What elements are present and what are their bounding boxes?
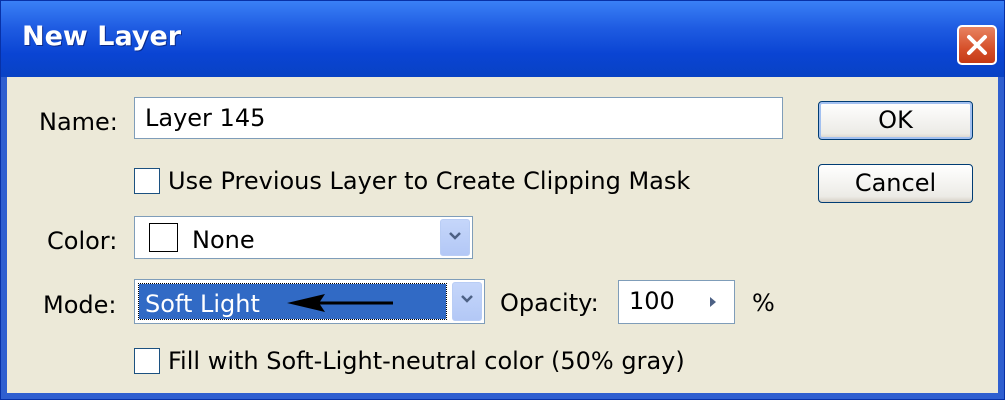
color-swatch bbox=[149, 223, 178, 252]
opacity-unit: % bbox=[752, 289, 775, 317]
chevron-down-icon bbox=[461, 295, 473, 303]
opacity-input[interactable]: 100 bbox=[618, 280, 735, 324]
color-dropdown-button[interactable] bbox=[440, 219, 470, 256]
color-select-value: None bbox=[192, 226, 255, 254]
title-bar[interactable]: New Layer bbox=[1, 1, 1004, 77]
neutral-fill-label: Fill with Soft-Light-neutral color (50% … bbox=[168, 347, 685, 375]
color-label: Color: bbox=[47, 227, 118, 255]
close-icon bbox=[967, 35, 987, 55]
slider-arrow-icon[interactable] bbox=[708, 296, 718, 308]
dialog-title: New Layer bbox=[22, 21, 182, 52]
name-label: Name: bbox=[39, 108, 118, 136]
neutral-fill-checkbox[interactable] bbox=[134, 348, 160, 374]
mode-select-value: Soft Light bbox=[145, 290, 260, 318]
color-select[interactable]: None bbox=[134, 216, 473, 259]
clipping-mask-label: Use Previous Layer to Create Clipping Ma… bbox=[168, 167, 691, 195]
opacity-label: Opacity: bbox=[500, 289, 599, 317]
mode-select[interactable]: Soft Light bbox=[134, 279, 485, 324]
opacity-value: 100 bbox=[629, 287, 675, 315]
new-layer-dialog: New Layer Name: Layer 145 Use Previous L… bbox=[0, 0, 1005, 400]
mode-label: Mode: bbox=[43, 291, 117, 319]
chevron-down-icon bbox=[449, 232, 461, 240]
close-button[interactable] bbox=[957, 25, 997, 65]
clipping-mask-checkbox[interactable] bbox=[134, 168, 160, 194]
arrow-annotation-icon bbox=[287, 294, 393, 312]
dialog-body: Name: Layer 145 Use Previous Layer to Cr… bbox=[7, 77, 998, 393]
ok-button[interactable]: OK bbox=[818, 101, 973, 140]
name-input[interactable]: Layer 145 bbox=[134, 97, 783, 139]
cancel-button[interactable]: Cancel bbox=[818, 164, 973, 203]
mode-dropdown-button[interactable] bbox=[452, 282, 482, 321]
